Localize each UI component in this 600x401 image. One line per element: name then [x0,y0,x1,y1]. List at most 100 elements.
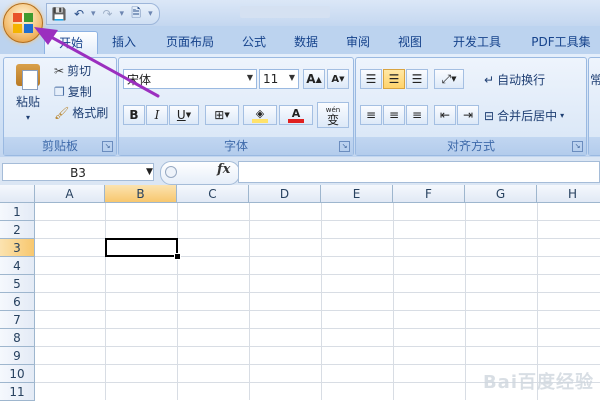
borders-icon: ⊞ [214,108,225,122]
paste-button[interactable]: 粘贴 ▾ [10,62,46,122]
formula-expand-icon[interactable] [165,166,177,178]
font-size-dropdown-icon: ▼ [288,73,295,82]
formula-input[interactable] [238,161,600,183]
increase-indent-button[interactable]: ⇥ [457,105,479,125]
cut-button[interactable]: ✂ 剪切 [54,62,91,79]
redo-dropdown-icon[interactable]: ▾ [120,9,125,19]
paste-label: 粘贴 [15,95,40,109]
align-right-icon: ≡ [411,108,423,122]
row-header-1[interactable]: 1 [0,203,35,221]
select-all-corner[interactable] [0,185,35,203]
align-left-button[interactable]: ≡ [360,105,382,125]
font-color-icon: A [291,106,301,120]
underline-button[interactable]: U ▼ [169,105,199,125]
tab-page-layout[interactable]: 页面布局 [160,31,220,53]
paste-dropdown-icon: ▾ [25,113,30,122]
number-format-combo[interactable]: 常 [590,71,600,88]
wrap-text-icon: ↵ [484,72,495,87]
font-size-value: 11 [263,72,279,86]
fill-bucket-icon: ◈ [255,106,265,120]
wrap-text-button[interactable]: ↵ 自动换行 [484,71,545,88]
copy-button[interactable]: ❐ 复制 [54,83,92,100]
undo-dropdown-icon[interactable]: ▾ [91,9,96,19]
number-format-value: 常 [590,73,600,87]
undo-icon[interactable]: ↶ [71,6,87,22]
align-left-icon: ≡ [365,108,377,122]
fill-color-button[interactable]: ◈ [243,105,277,125]
cut-label: 剪切 [67,64,92,78]
bottom-align-button[interactable]: ☰ [406,69,428,89]
phonetic-guide-char: 变 [326,113,339,127]
borders-button[interactable]: ⊞ ▼ [205,105,239,125]
decrease-indent-button[interactable]: ⇤ [434,105,456,125]
tab-home[interactable]: 开始 [44,31,98,54]
tab-formulas[interactable]: 公式 [236,31,272,53]
alignment-group: ☰ ☰ ☰ ⤢ ▼ ↵ 自动换行 ≡ ≡ ≡ ⇤ ⇥ ⊟ 合并后居中 ▾ 对齐方式… [355,57,587,156]
tab-pdf-tools[interactable]: PDF工具集 [526,31,596,53]
alignment-launcher-icon[interactable]: ↘ [572,141,583,152]
tab-insert[interactable]: 插入 [106,31,142,53]
row-header-4[interactable]: 4 [0,257,35,275]
grow-font-button[interactable]: A ▲ [303,69,325,89]
name-box-dropdown-icon[interactable]: ▼ [146,163,153,181]
watermark-logo: Bai百度经验 [482,372,594,393]
row-header-3[interactable]: 3 [0,239,35,257]
name-box[interactable]: B3 [2,163,154,181]
font-group-label: 字体 [119,137,353,155]
customize-qat-icon[interactable]: ▾ [148,9,153,19]
row-header-9[interactable]: 9 [0,347,35,365]
top-align-button[interactable]: ☰ [360,69,382,89]
font-launcher-icon[interactable]: ↘ [339,141,350,152]
middle-align-button[interactable]: ☰ [383,69,405,89]
row-header-2[interactable]: 2 [0,221,35,239]
format-painter-button[interactable]: 🖌 格式刷 [54,104,108,121]
column-header-g[interactable]: G [465,185,537,203]
redo-icon[interactable]: ↷ [100,6,116,22]
font-size-combo[interactable]: 11 ▼ [259,69,299,89]
bold-button[interactable]: B [123,105,145,125]
column-header-h[interactable]: H [537,185,600,203]
column-header-c[interactable]: C [177,185,249,203]
column-header-a[interactable]: A [35,185,105,203]
row-header-10[interactable]: 10 [0,365,35,383]
align-center-icon: ≡ [388,108,400,122]
align-right-button[interactable]: ≡ [406,105,428,125]
row-header-11[interactable]: 11 [0,383,35,401]
office-button[interactable] [3,3,43,43]
phonetic-guide-button[interactable]: wén 变 [317,102,349,128]
column-header-b[interactable]: B [105,185,177,203]
column-header-e[interactable]: E [321,185,393,203]
font-name-combo[interactable]: 宋体 ▼ [123,69,257,89]
tab-data[interactable]: 数据 [288,31,324,53]
tab-review[interactable]: 审阅 [340,31,376,53]
bottom-align-icon: ☰ [411,72,423,86]
orientation-button[interactable]: ⤢ ▼ [434,69,464,89]
window-title-placeholder [240,6,330,18]
row-header-6[interactable]: 6 [0,293,35,311]
clipboard-group: 粘贴 ▾ ✂ 剪切 ❐ 复制 🖌 格式刷 剪贴板 ↘ [3,57,117,156]
column-header-d[interactable]: D [249,185,321,203]
font-name-value: 宋体 [127,72,152,87]
align-center-button[interactable]: ≡ [383,105,405,125]
row-header-7[interactable]: 7 [0,311,35,329]
merge-center-button[interactable]: ⊟ 合并后居中 ▾ [484,107,564,124]
row-header-8[interactable]: 8 [0,329,35,347]
quick-access-toolbar: 💾 ↶ ▾ ↷ ▾ 🗎 ▾ [46,3,160,25]
format-painter-label: 格式刷 [72,106,109,120]
print-preview-icon[interactable]: 🗎 [128,6,144,22]
tab-developer[interactable]: 开发工具 [446,31,508,53]
italic-button[interactable]: I [146,105,168,125]
shrink-font-button[interactable]: A ▼ [327,69,349,89]
tab-view[interactable]: 视图 [392,31,428,53]
clipboard-launcher-icon[interactable]: ↘ [102,141,113,152]
column-header-f[interactable]: F [393,185,465,203]
font-color-button[interactable]: A [279,105,313,125]
fill-handle[interactable] [174,253,181,260]
active-cell-b3[interactable] [105,238,178,257]
save-icon[interactable]: 💾 [51,6,67,22]
increase-indent-icon: ⇥ [462,108,474,122]
row-header-5[interactable]: 5 [0,275,35,293]
underline-icon: U [176,108,186,122]
font-group: 宋体 ▼ 11 ▼ A ▲ A ▼ B I U ▼ ⊞ ▼ ◈ A wén 变 字体 ↘ [118,57,354,156]
insert-function-icon[interactable]: fx [217,162,230,177]
